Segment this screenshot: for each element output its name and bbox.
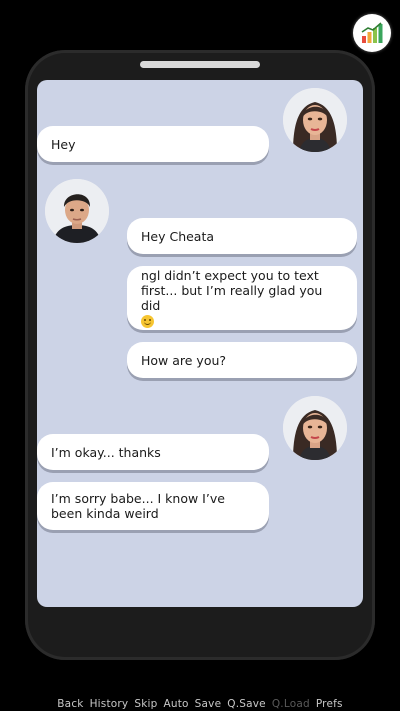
quick-menu-save[interactable]: Save: [195, 697, 222, 711]
phone-frame: Hey Hey Cheata ngl didn’t expect you to …: [25, 50, 375, 660]
quick-menu-auto[interactable]: Auto: [163, 697, 188, 711]
message-bubble-sent: ngl didn’t expect you to text first... b…: [127, 266, 357, 330]
message-bubble-sent: Hey Cheata: [127, 218, 357, 254]
message-bubble-sent: How are you?: [127, 342, 357, 378]
quick-menu-history[interactable]: History: [90, 697, 129, 711]
quick-menu-qsave[interactable]: Q.Save: [227, 697, 266, 711]
slightly-smiling-face-icon: [141, 315, 154, 329]
message-text: I’m okay... thanks: [51, 444, 161, 460]
message-text: I’m sorry babe... I know I’ve been kinda…: [51, 491, 225, 521]
stats-button[interactable]: [353, 14, 391, 52]
quick-menu-prefs[interactable]: Prefs: [316, 697, 343, 711]
quick-menu-qload[interactable]: Q.Load: [272, 697, 310, 711]
player-avatar-man: [45, 179, 109, 243]
quick-menu: Back History Skip Auto Save Q.Save Q.Loa…: [0, 697, 400, 711]
message-text: Hey: [51, 136, 76, 152]
chat-screen: Hey Hey Cheata ngl didn’t expect you to …: [37, 80, 363, 607]
message-text: Hey Cheata: [141, 228, 215, 244]
contact-avatar-woman: [283, 88, 347, 152]
bar-chart-icon: [361, 22, 383, 43]
phone-speaker: [140, 61, 260, 68]
quick-menu-skip[interactable]: Skip: [134, 697, 157, 711]
message-text: ngl didn’t expect you to text first... b…: [141, 267, 323, 313]
quick-menu-back[interactable]: Back: [57, 697, 83, 711]
contact-avatar-woman: [283, 396, 347, 460]
message-bubble-received: I’m okay... thanks: [37, 434, 269, 470]
message-bubble-received: Hey: [37, 126, 269, 162]
message-text: How are you?: [141, 352, 227, 368]
message-bubble-received: I’m sorry babe... I know I’ve been kinda…: [37, 482, 269, 530]
